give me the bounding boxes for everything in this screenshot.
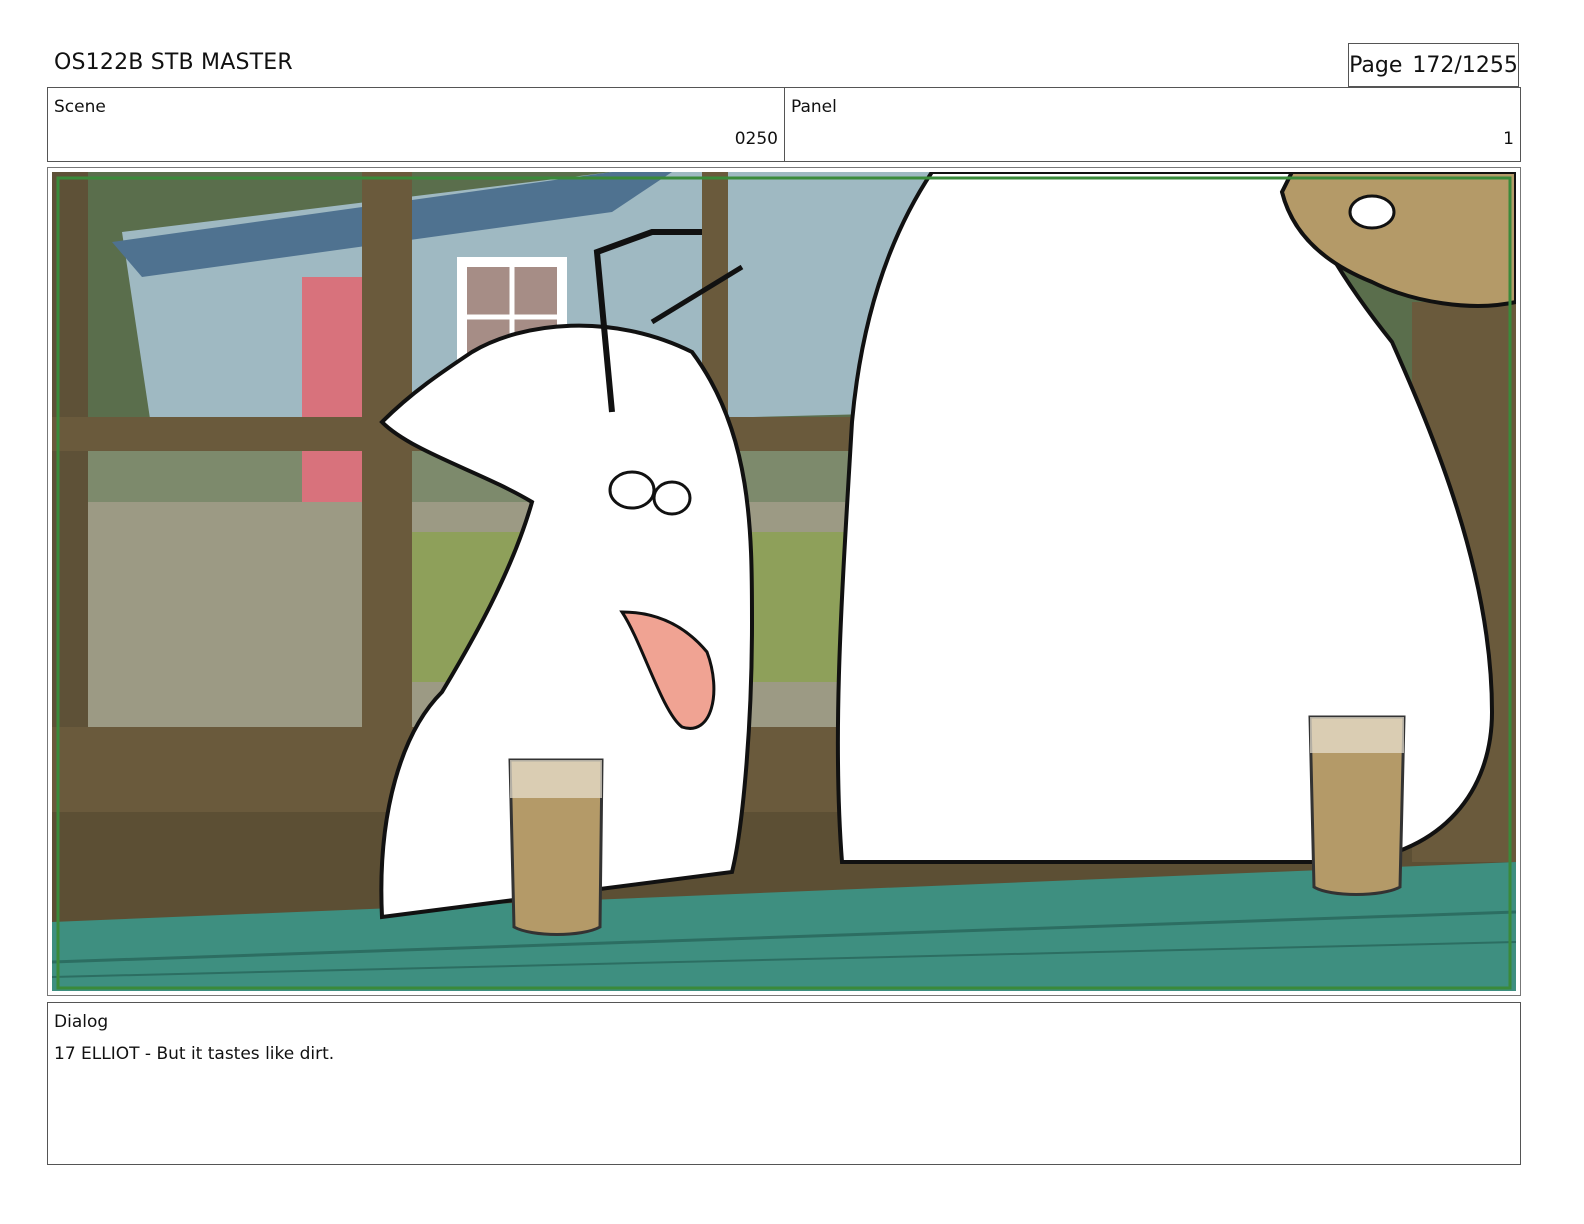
elliot-eye-right bbox=[652, 480, 692, 516]
scene-number: 0250 bbox=[734, 129, 778, 149]
page-label: Page bbox=[1349, 52, 1403, 78]
scene-panel-row: Scene 0250 Panel 1 bbox=[47, 87, 1521, 162]
panel-label: Panel bbox=[791, 97, 837, 117]
panel-cell: Panel 1 bbox=[785, 88, 1520, 161]
dialog-label: Dialog bbox=[54, 1012, 109, 1032]
page-indicator: Page 172/1255 bbox=[1348, 43, 1519, 87]
scene-cell: Scene 0250 bbox=[48, 88, 785, 161]
dialog-section: Dialog 17 ELLIOT - But it tastes like di… bbox=[47, 1002, 1521, 1165]
moose-eye bbox=[1348, 194, 1396, 230]
storyboard-drawing bbox=[52, 172, 1516, 991]
storyboard-panel-image bbox=[47, 167, 1521, 996]
panel-number: 1 bbox=[1503, 129, 1514, 149]
scene-label: Scene bbox=[54, 97, 106, 117]
storyboard-title: OS122B STB MASTER bbox=[54, 50, 293, 75]
cabin-door bbox=[302, 277, 364, 507]
window-post-middle bbox=[362, 172, 412, 732]
page-number: 172/1255 bbox=[1412, 52, 1518, 78]
dialog-text: 17 ELLIOT - But it tastes like dirt. bbox=[54, 1044, 335, 1064]
elliot-eye-left bbox=[608, 470, 656, 510]
